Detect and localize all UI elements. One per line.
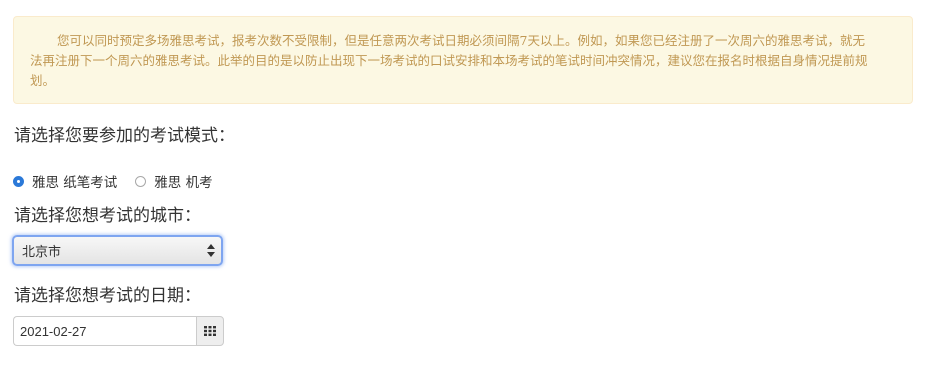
paper-exam-radio[interactable] — [13, 175, 24, 187]
city-select-value: 北京市 — [22, 245, 62, 260]
paper-exam-label[interactable]: 雅思 纸笔考试 — [32, 171, 117, 191]
computer-exam-radio[interactable] — [135, 175, 147, 187]
exam-mode-label: 请选择您要参加的考试模式： — [14, 126, 235, 146]
exam-mode-radio-group: 雅思 纸笔考试 雅思 机考 — [13, 171, 231, 191]
date-input[interactable]: 2021-02-27 — [13, 316, 196, 346]
city-label: 请选择您想考试的城市： — [14, 206, 201, 226]
notice-text: 您可以同时预定多场雅思考试，报考次数不受限制，但是任意两次考试日期必须间隔7天以… — [30, 33, 868, 88]
date-picker: 2021-02-27 — [13, 316, 224, 346]
date-label: 请选择您想考试的日期： — [14, 286, 201, 306]
computer-exam-label[interactable]: 雅思 机考 — [154, 171, 212, 191]
select-arrows-icon — [207, 244, 215, 257]
exam-date-notice: 您可以同时预定多场雅思考试，报考次数不受限制，但是任意两次考试日期必须间隔7天以… — [13, 16, 913, 104]
calendar-button[interactable] — [196, 316, 224, 346]
calendar-grid-icon — [204, 326, 216, 336]
city-select[interactable]: 北京市 — [12, 235, 223, 266]
